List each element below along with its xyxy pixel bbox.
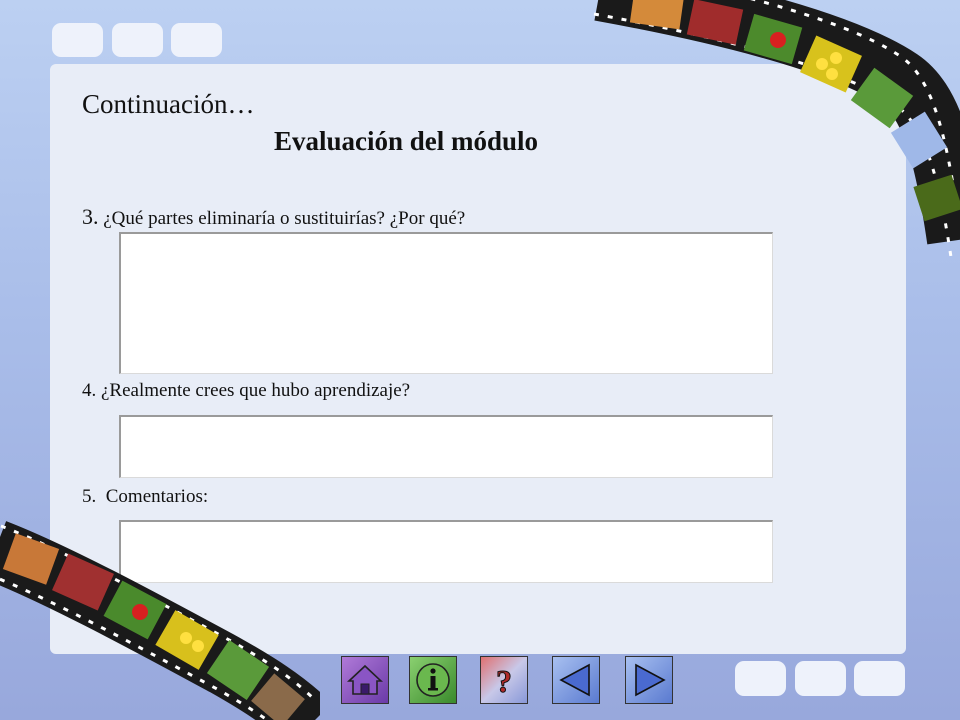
question-text: ¿Qué partes eliminaría o sustituirías? ¿…	[98, 208, 466, 229]
answer-field-4[interactable]	[119, 415, 773, 478]
question-text: ¿Realmente crees que hubo aprendizaje?	[96, 380, 411, 401]
svg-text:?: ?	[496, 663, 512, 699]
home-button[interactable]	[341, 656, 389, 704]
next-button[interactable]	[625, 656, 673, 704]
decorative-tab	[735, 661, 786, 696]
triangle-left-icon	[559, 663, 590, 697]
question-number: 3.	[82, 204, 99, 229]
film-strip-top-decoration	[593, 0, 960, 260]
question-number: 5.	[82, 486, 97, 507]
help-button[interactable]: ?	[480, 656, 528, 704]
question-icon: ?	[496, 663, 513, 700]
question-text: Comentarios:	[96, 486, 209, 507]
question-4: 4. ¿Realmente crees que hubo aprendizaje…	[82, 380, 410, 402]
slide-subtitle: Evaluación del módulo	[274, 126, 539, 156]
slide-title: Continuación…	[82, 89, 255, 119]
decorative-tab	[112, 23, 163, 57]
decorative-tab	[795, 661, 846, 696]
decorative-tab	[854, 661, 905, 696]
decorative-tab	[52, 23, 103, 57]
triangle-right-icon	[635, 663, 666, 697]
info-icon	[416, 663, 450, 697]
decorative-tab	[171, 23, 222, 57]
previous-button[interactable]	[552, 656, 600, 704]
film-strip-bottom-decoration	[0, 521, 320, 720]
info-button[interactable]	[409, 656, 457, 704]
question-number: 4.	[82, 380, 97, 401]
home-icon	[346, 664, 384, 695]
question-3: 3. ¿Qué partes eliminaría o sustituirías…	[82, 204, 465, 230]
question-5: 5. Comentarios:	[82, 486, 208, 508]
